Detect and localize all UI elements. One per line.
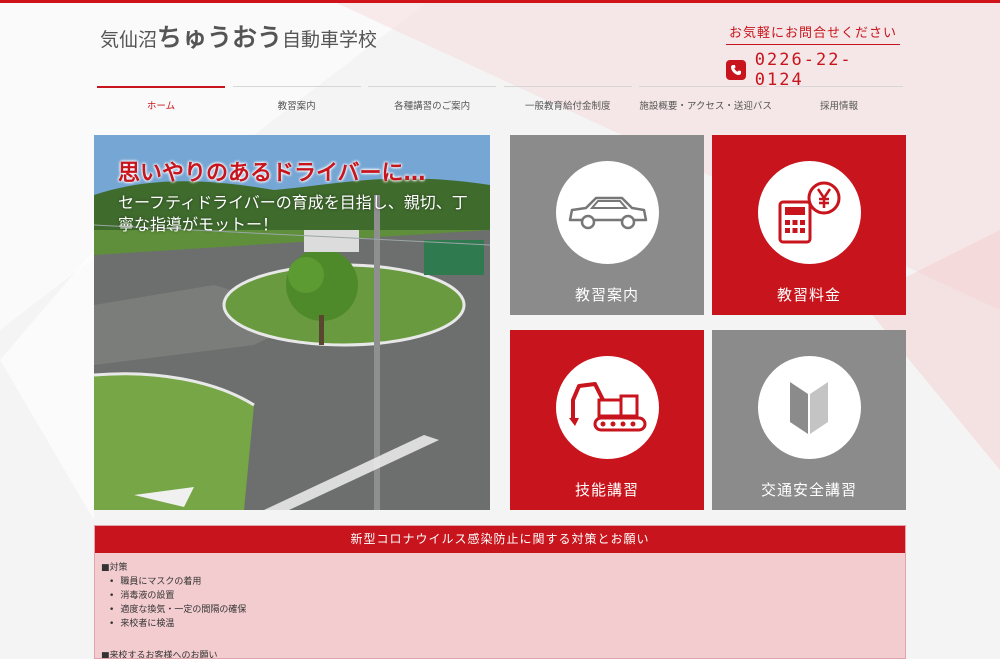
list-item: 適度な換気・一定の間隔の確保 (109, 603, 899, 617)
nav-item-facilities[interactable]: 施設概要・アクセス・送迎バス (639, 86, 772, 118)
notice-section-heading: ■来校するお客様へのお願い (101, 651, 218, 659)
excavator-icon (569, 381, 647, 431)
notice-title: 新型コロナウイルス感染防止に関する対策とお願い (95, 526, 905, 553)
list-item: 職員にマスクの着用 (109, 575, 899, 589)
contact-label: お気軽にお問合せください (726, 22, 900, 45)
list-item: 消毒液の設置 (109, 589, 899, 603)
beginner-mark-icon (790, 381, 828, 434)
top-accent-line (0, 0, 1000, 3)
tile-skill-training[interactable]: 技能講習 (510, 330, 704, 510)
logo-part-school: 自動車学校 (282, 29, 378, 51)
hero-banner: 思いやりのあるドライバーに… セーフティドライバーの育成を目指し、親切、丁寧な指… (94, 135, 490, 510)
calculator-yen-icon (778, 181, 841, 243)
logo-part-place: 気仙沼 (100, 29, 158, 51)
tile-traffic-safety[interactable]: 交通安全講習 (712, 330, 906, 510)
tile-icon-circle (555, 161, 659, 264)
tile-label: 交通安全講習 (760, 481, 857, 499)
notice-measures-list: 職員にマスクの着用 消毒液の設置 適度な換気・一定の間隔の確保 来校者に検温 (109, 575, 899, 631)
notice-body: ■対策 職員にマスクの着用 消毒液の設置 適度な換気・一定の間隔の確保 来校者に… (95, 553, 905, 659)
tile-label: 教習案内 (574, 286, 639, 304)
phone-number[interactable]: 0226-22-0124 (755, 50, 900, 90)
tile-icon-circle (757, 161, 861, 264)
nav-item-home[interactable]: ホーム (97, 86, 225, 118)
contact-box: お気軽にお問合せください 0226-22-0124 (726, 22, 900, 90)
car-icon (568, 196, 648, 229)
tile-label: 教習料金 (776, 286, 841, 304)
site-logo[interactable]: 気仙沼ちゅうおう自動車学校 (100, 18, 377, 54)
nav-item-recruit[interactable]: 採用情報 (774, 86, 903, 118)
hero-title: 思いやりのあるドライバーに… (118, 161, 426, 186)
hero-subtitle: セーフティドライバーの育成を目指し、親切、丁寧な指導がモットー！ (118, 193, 468, 234)
nav-item-lectures[interactable]: 各種講習のご案内 (368, 86, 497, 118)
list-item: 来校者に検温 (109, 617, 899, 631)
tile-label: 技能講習 (574, 481, 639, 499)
main-nav: ホーム 教習案内 各種講習のご案内 一般教育給付金制度 施設概要・アクセス・送迎… (97, 86, 903, 118)
tile-course-fees[interactable]: 教習料金 (712, 135, 906, 315)
tile-icon-circle (757, 356, 861, 459)
nav-item-course-guide[interactable]: 教習案内 (232, 86, 361, 118)
logo-part-name: ちゅうおう (157, 23, 283, 52)
tile-course-guide[interactable]: 教習案内 (510, 135, 704, 315)
notice-section-heading: ■対策 (101, 563, 128, 573)
covid-notice: 新型コロナウイルス感染防止に関する対策とお願い ■対策 職員にマスクの着用 消毒… (94, 525, 906, 659)
tile-icon-circle (555, 356, 659, 459)
nav-item-education-benefit[interactable]: 一般教育給付金制度 (503, 86, 632, 118)
phone-icon (726, 60, 746, 80)
